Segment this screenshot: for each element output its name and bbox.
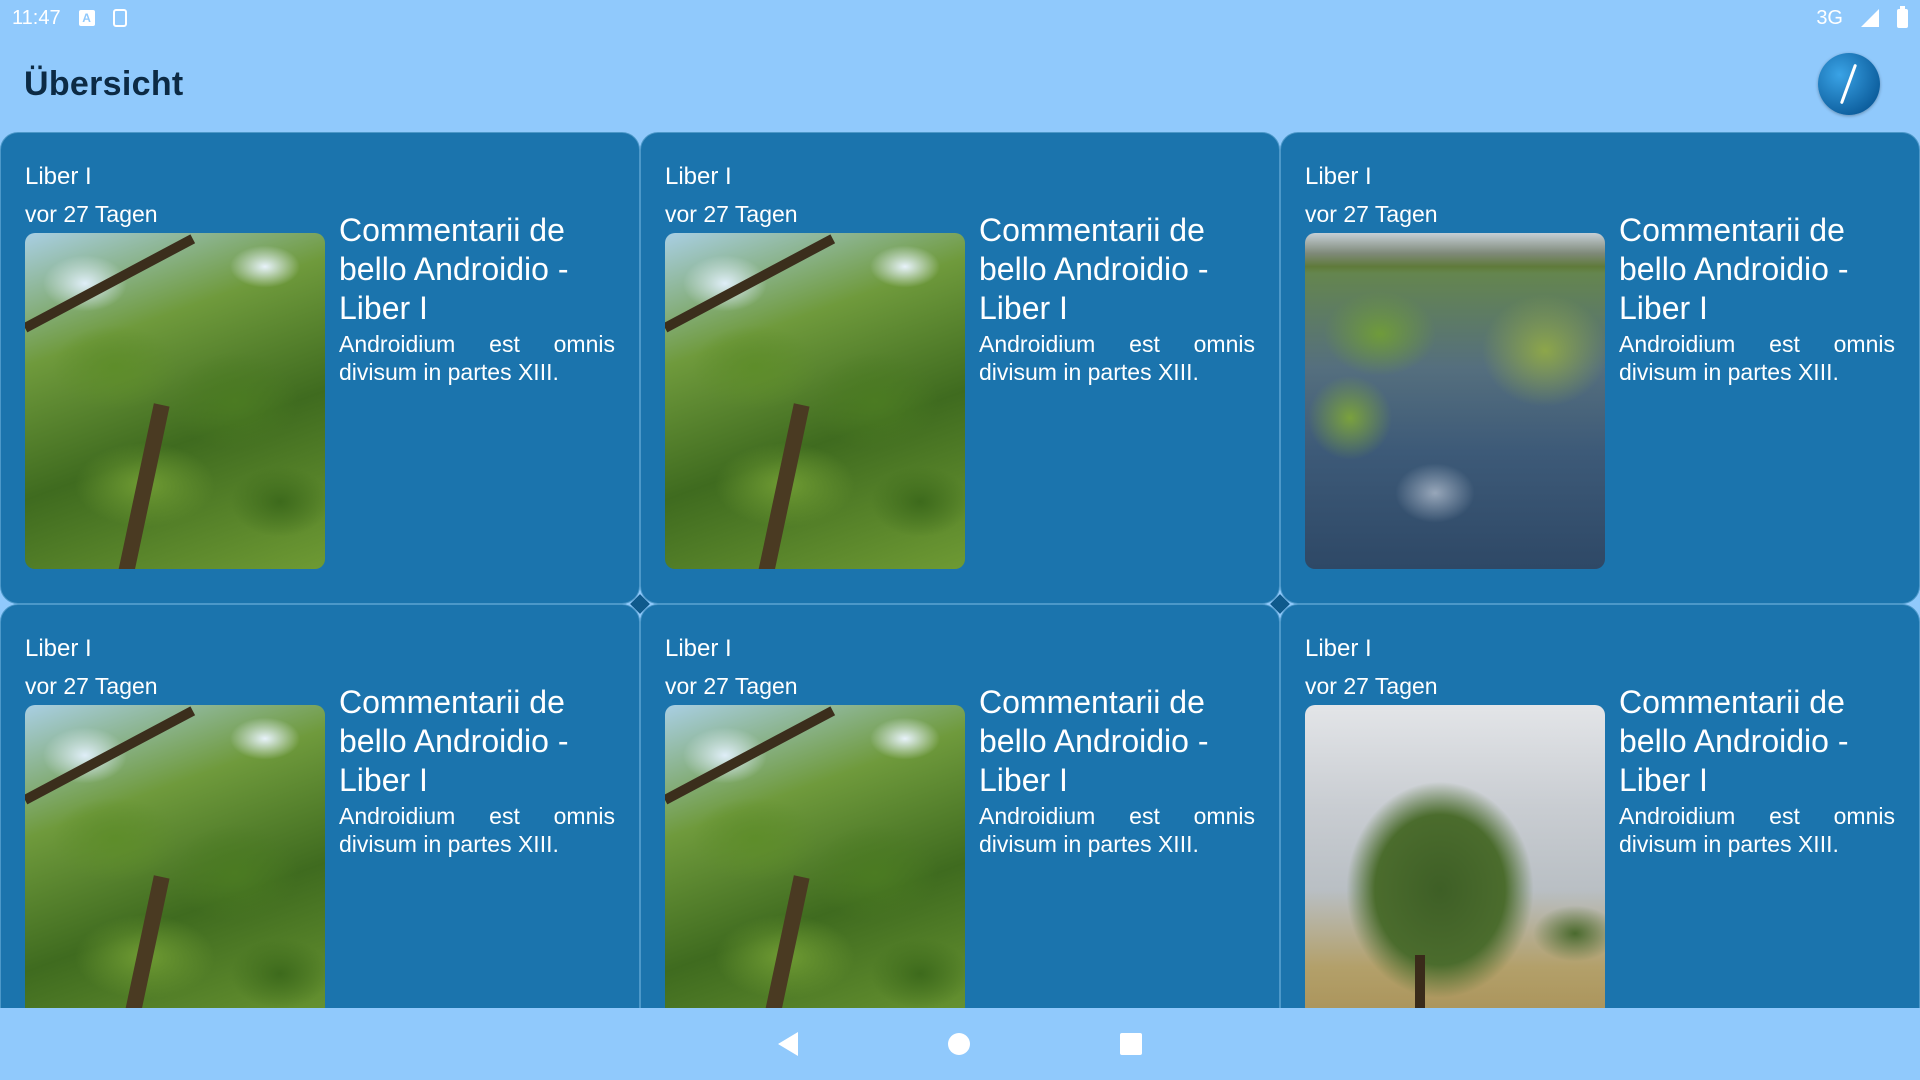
navigation-bar — [0, 1008, 1920, 1080]
sd-card-icon — [112, 9, 127, 27]
article-card[interactable]: Liber I vor 27 Tagen Commentarii de bell… — [640, 604, 1280, 1008]
card-title: Commentarii de bello Androidio - Liber I — [339, 212, 569, 326]
card-title: Commentarii de bello Androidio - Liber I — [339, 684, 569, 798]
card-description: Androidium est omnis divisum in partes X… — [979, 803, 1255, 857]
back-icon[interactable] — [778, 1032, 798, 1056]
article-card[interactable]: Liber I vor 27 Tagen Commentarii de bell… — [1280, 604, 1920, 1008]
page-title: Übersicht — [24, 64, 184, 103]
network-type: 3G — [1816, 6, 1843, 29]
app-bar: Übersicht — [0, 36, 1920, 132]
card-title: Commentarii de bello Androidio - Liber I — [1619, 684, 1849, 798]
battery-icon — [1897, 5, 1908, 28]
card-description: Androidium est omnis divisum in partes X… — [1619, 331, 1895, 385]
card-image — [1305, 233, 1605, 569]
card-category: Liber I — [665, 635, 732, 662]
home-icon[interactable] — [948, 1033, 970, 1055]
card-image — [25, 705, 325, 1008]
recents-icon[interactable] — [1120, 1033, 1142, 1055]
card-category: Liber I — [665, 163, 732, 190]
status-time: 11:47 — [12, 6, 61, 29]
a-notification-icon: A — [78, 10, 95, 26]
card-title: Commentarii de bello Androidio - Liber I — [1619, 212, 1849, 326]
article-card[interactable]: Liber I vor 27 Tagen Commentarii de bell… — [0, 604, 640, 1008]
card-description: Androidium est omnis divisum in partes X… — [1619, 803, 1895, 857]
status-bar: 11:47 A 3G — [0, 0, 1920, 36]
card-description: Androidium est omnis divisum in partes X… — [339, 803, 615, 857]
card-category: Liber I — [1305, 635, 1372, 662]
card-description: Androidium est omnis divisum in partes X… — [979, 331, 1255, 385]
card-title: Commentarii de bello Androidio - Liber I — [979, 684, 1209, 798]
card-image — [25, 233, 325, 569]
signal-icon — [1861, 9, 1879, 27]
article-card[interactable]: Liber I vor 27 Tagen Commentarii de bell… — [1280, 132, 1920, 604]
card-category: Liber I — [1305, 163, 1372, 190]
card-category: Liber I — [25, 163, 92, 190]
quill-logo-icon[interactable] — [1818, 53, 1880, 115]
card-title: Commentarii de bello Androidio - Liber I — [979, 212, 1209, 326]
card-description: Androidium est omnis divisum in partes X… — [339, 331, 615, 385]
card-image — [1305, 705, 1605, 1008]
card-image — [665, 233, 965, 569]
card-image — [665, 705, 965, 1008]
overview-grid: Liber I vor 27 Tagen Commentarii de bell… — [0, 132, 1920, 1008]
article-card[interactable]: Liber I vor 27 Tagen Commentarii de bell… — [640, 132, 1280, 604]
article-card[interactable]: Liber I vor 27 Tagen Commentarii de bell… — [0, 132, 640, 604]
card-category: Liber I — [25, 635, 92, 662]
